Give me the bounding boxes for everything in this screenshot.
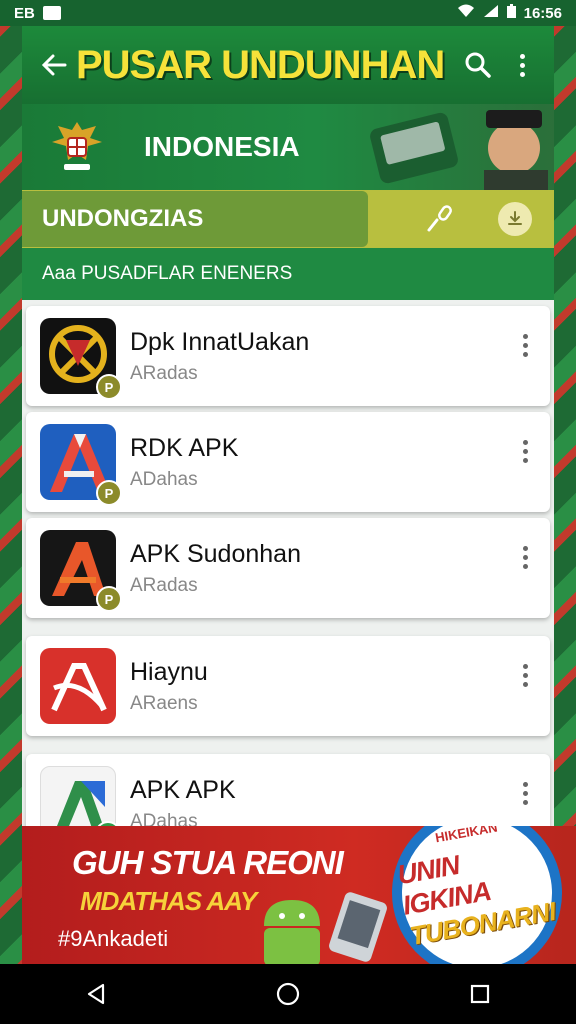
item-menu-button[interactable] [523, 546, 528, 569]
arrow-back-icon [41, 54, 67, 76]
app-badge: P [96, 480, 122, 506]
item-menu-button[interactable] [523, 664, 528, 687]
app-icon-white: … [40, 766, 121, 826]
list-item[interactable]: Hiaynu ARaens [26, 636, 550, 736]
system-nav-bar [0, 964, 576, 1024]
more-vert-icon [523, 664, 528, 669]
more-vert-icon [523, 334, 528, 339]
app-title: Hiaynu [130, 657, 208, 686]
nav-home-button[interactable] [258, 964, 318, 1024]
list-item[interactable]: … APK APK ADahas [26, 754, 550, 826]
ad-subline: MDATHAS AAY [80, 886, 257, 916]
app-subtitle: ADahas [130, 468, 198, 490]
back-button[interactable] [32, 43, 76, 87]
app-badge: P [96, 374, 122, 400]
wifi-icon [457, 4, 475, 22]
app-title: Dpk InnatUakan [130, 327, 310, 356]
app-title: RDK APK [130, 433, 239, 462]
status-bar: EB 16:56 [0, 0, 576, 26]
search-button[interactable] [456, 43, 500, 87]
notification-icon [42, 6, 61, 20]
app-subtitle: ADahas [130, 810, 198, 827]
garuda-emblem-icon [46, 116, 108, 178]
battery-icon [506, 4, 516, 22]
microphone-icon [427, 205, 452, 232]
app-icon-dark: P [40, 318, 122, 400]
app-badge: P [96, 586, 122, 612]
hero-banner: INDONESIA [22, 104, 554, 190]
app-subtitle: ARaens [130, 692, 198, 714]
search-bar [22, 190, 554, 248]
app-icon-black: P [40, 530, 122, 612]
hero-illustration [370, 110, 548, 190]
item-menu-button[interactable] [523, 782, 528, 805]
more-vert-icon [523, 546, 528, 551]
app-subtitle: ARadas [130, 574, 198, 596]
ad-banner[interactable]: GUH STUA REONI MDATHAS AAY #9Ankadeti HI… [22, 826, 576, 964]
list-item[interactable]: P RDK APK ADahas [26, 412, 550, 512]
toolbar-title: PUSAR UNDUNHAN [76, 42, 445, 87]
ad-circle-top: HIKEIKAN [434, 826, 499, 846]
recents-square-icon [470, 984, 490, 1004]
more-vert-icon [519, 53, 525, 59]
background-pattern-left [0, 0, 22, 976]
app-title: APK APK [130, 775, 236, 804]
search-icon [465, 52, 491, 78]
list-item[interactable]: P APK Sudonhan ARadas [26, 518, 550, 618]
ad-headline: GUH STUA REONI [72, 844, 344, 881]
more-vert-icon [523, 782, 528, 787]
back-triangle-icon [87, 983, 105, 1005]
app-list: P Dpk InnatUakan ARadas P RDK APK ADahas [22, 306, 554, 826]
mic-button[interactable] [420, 199, 460, 239]
status-left-text: EB [14, 4, 35, 22]
app-title: APK Sudonhan [130, 539, 301, 568]
more-vert-icon [523, 440, 528, 445]
download-icon [508, 211, 522, 225]
home-circle-icon [276, 982, 300, 1006]
download-button[interactable] [498, 202, 532, 236]
signal-icon [483, 4, 499, 22]
search-input[interactable] [22, 191, 368, 247]
app-toolbar: PUSAR UNDUNHAN [22, 26, 554, 104]
nav-recents-button[interactable] [450, 964, 510, 1024]
section-header: Aaa PUSADFLAR ENENERS [22, 248, 554, 300]
app-subtitle: ARadas [130, 362, 198, 384]
item-menu-button[interactable] [523, 440, 528, 463]
more-options-button[interactable] [500, 43, 544, 87]
app-panel: PUSAR UNDUNHAN INDONESIA UNDONGZIAS Aaa … [22, 26, 554, 826]
clock: 16:56 [523, 4, 562, 22]
android-robot-icon [264, 892, 387, 964]
ad-tag: #9Ankadeti [58, 926, 169, 951]
app-icon-blue: P [40, 424, 122, 506]
list-item[interactable]: P Dpk InnatUakan ARadas [26, 306, 550, 406]
nav-back-button[interactable] [66, 964, 126, 1024]
hero-title: INDONESIA [144, 131, 300, 162]
app-icon-red [40, 648, 116, 724]
ad-badge: HIKEIKAN UNIN IGKINA TUBONARNI [378, 826, 576, 964]
item-menu-button[interactable] [523, 334, 528, 357]
